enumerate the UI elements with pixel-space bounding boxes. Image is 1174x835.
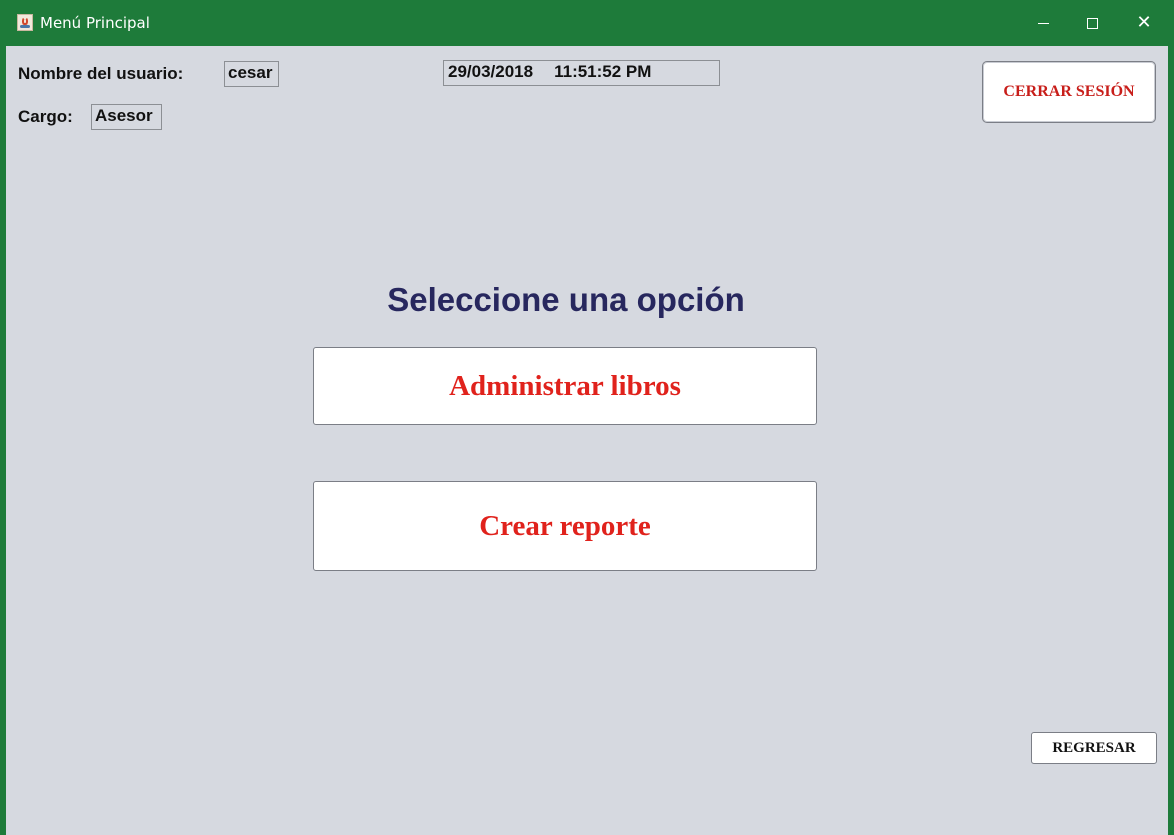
time-value: 11:51:52 PM (554, 62, 652, 81)
close-icon: ✕ (1136, 12, 1152, 33)
logout-button[interactable]: CERRAR SESIÓN (982, 61, 1156, 123)
window-title: Menú Principal (40, 14, 150, 32)
page-title: Seleccione una opción (387, 281, 745, 318)
create-report-button[interactable]: Crear reporte (313, 481, 817, 571)
datetime-display: 29/03/2018 11:51:52 PM (443, 60, 720, 86)
minimize-icon (1037, 22, 1049, 24)
role-value: Asesor (91, 104, 162, 130)
date-value: 29/03/2018 (448, 62, 534, 81)
minimize-button[interactable] (1018, 0, 1068, 46)
maximize-button[interactable] (1067, 0, 1117, 46)
close-button[interactable]: ✕ (1119, 0, 1168, 46)
role-label: Cargo: (18, 107, 73, 126)
admin-books-button[interactable]: Administrar libros (313, 347, 817, 425)
back-button[interactable]: REGRESAR (1031, 732, 1157, 764)
username-value: cesar (224, 61, 279, 87)
main-menu-window: Menú Principal ✕ Nombre del usuario: ces… (0, 0, 1174, 835)
title-bar: Menú Principal ✕ (6, 0, 1168, 46)
maximize-icon (1086, 17, 1098, 29)
username-label: Nombre del usuario: (18, 64, 184, 83)
java-app-icon (17, 14, 33, 31)
